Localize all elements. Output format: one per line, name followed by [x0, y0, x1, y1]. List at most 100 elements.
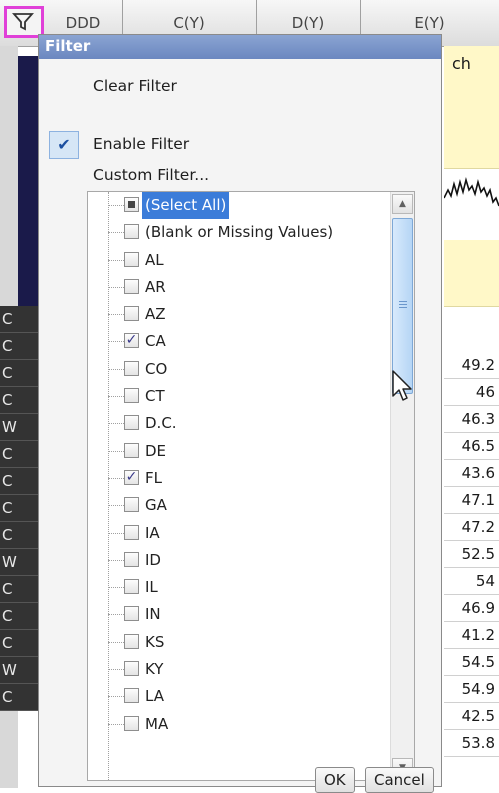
list-item-checkbox[interactable]: [124, 579, 139, 595]
scroll-thumb[interactable]: [392, 218, 413, 394]
table-cell[interactable]: C: [0, 306, 38, 333]
list-item-label: DE: [145, 441, 167, 460]
list-item-checkbox[interactable]: [124, 633, 139, 649]
list-item[interactable]: IL: [88, 574, 388, 601]
list-item-label: (Select All): [142, 192, 230, 219]
tree-connector: [108, 259, 124, 261]
vertical-scrollbar[interactable]: ▲ ▼: [390, 192, 414, 780]
list-item-checkbox[interactable]: [124, 197, 139, 212]
table-cell[interactable]: 46.9: [444, 595, 499, 622]
table-cell[interactable]: C: [0, 387, 38, 414]
mouse-pointer-icon: [392, 370, 412, 401]
enable-filter-menu-item[interactable]: Enable Filter: [93, 129, 189, 159]
table-cell[interactable]: W: [0, 414, 38, 441]
list-item[interactable]: CO: [88, 356, 388, 383]
list-item-checkbox[interactable]: [124, 442, 139, 458]
list-item-checkbox[interactable]: [124, 224, 139, 240]
tree-connector: [108, 477, 124, 479]
list-item[interactable]: KS: [88, 629, 388, 656]
table-cell[interactable]: 54.5: [444, 649, 499, 676]
table-cell[interactable]: C: [0, 522, 38, 549]
clear-filter-menu-item[interactable]: Clear Filter: [93, 71, 177, 101]
list-item-checkbox[interactable]: ✓: [124, 333, 139, 349]
list-item[interactable]: CT: [88, 383, 388, 410]
list-item-checkbox[interactable]: [124, 278, 139, 294]
table-cell[interactable]: 47.2: [444, 514, 499, 541]
list-item-checkbox[interactable]: [124, 688, 139, 704]
list-item-checkbox[interactable]: [124, 360, 139, 376]
list-item-checkbox[interactable]: [124, 251, 139, 267]
table-cell[interactable]: 43.6: [444, 460, 499, 487]
tree-connector: [108, 723, 124, 725]
tree-connector: [108, 450, 124, 452]
list-item-checkbox[interactable]: [124, 524, 139, 540]
scroll-up-arrow-icon[interactable]: ▲: [392, 194, 413, 214]
list-item[interactable]: DE: [88, 438, 388, 465]
table-cell[interactable]: 46: [444, 379, 499, 406]
list-item-label: AZ: [145, 305, 166, 324]
table-cell[interactable]: C: [0, 684, 38, 711]
list-item-checkbox[interactable]: [124, 606, 139, 622]
list-item-label: IL: [145, 578, 158, 597]
table-cell[interactable]: 53.8: [444, 730, 499, 757]
list-item[interactable]: IA: [88, 520, 388, 547]
list-item-label: CA: [145, 332, 166, 351]
sparkline: [444, 176, 499, 207]
value-list[interactable]: (Select All) (Blank or Missing Values) AL A…: [87, 191, 415, 781]
tree-connector: [108, 532, 124, 534]
list-item-label: CT: [145, 387, 165, 406]
list-item-checkbox[interactable]: ✓: [124, 469, 139, 485]
list-item-checkbox[interactable]: [124, 306, 139, 322]
tree-connector: [108, 669, 124, 671]
table-cell[interactable]: C: [0, 495, 38, 522]
custom-filter-menu-item[interactable]: Custom Filter...: [93, 160, 209, 190]
header-rows-dark-column: [18, 56, 40, 306]
popup-title: Filter: [45, 37, 91, 55]
table-cell[interactable]: 42.5: [444, 703, 499, 730]
list-item[interactable]: MA: [88, 711, 388, 738]
list-item[interactable]: LA: [88, 683, 388, 710]
table-cell[interactable]: 46.5: [444, 433, 499, 460]
list-item[interactable]: (Select All): [88, 192, 388, 219]
list-item-label: CO: [145, 359, 168, 378]
cancel-button[interactable]: Cancel: [365, 767, 434, 793]
table-cell[interactable]: C: [0, 576, 38, 603]
list-item-checkbox[interactable]: [124, 551, 139, 567]
tree-connector: [108, 205, 124, 206]
list-item-checkbox[interactable]: [124, 388, 139, 404]
table-cell[interactable]: C: [0, 630, 38, 657]
list-item[interactable]: AR: [88, 274, 388, 301]
table-cell[interactable]: C: [0, 468, 38, 495]
list-item[interactable]: GA: [88, 492, 388, 519]
table-cell[interactable]: C: [0, 360, 38, 387]
list-item[interactable]: AZ: [88, 301, 388, 328]
table-cell[interactable]: C: [0, 603, 38, 630]
list-item[interactable]: IN: [88, 601, 388, 628]
table-cell[interactable]: W: [0, 657, 38, 684]
table-cell[interactable]: 46.3: [444, 406, 499, 433]
list-item[interactable]: ID: [88, 547, 388, 574]
table-cell[interactable]: C: [0, 441, 38, 468]
table-cell[interactable]: 49.2: [444, 352, 499, 379]
column-long-name: ch: [452, 54, 471, 73]
list-item[interactable]: (Blank or Missing Values): [88, 219, 388, 246]
table-cell[interactable]: W: [0, 549, 38, 576]
grip-icon: [399, 301, 407, 310]
table-cell[interactable]: C: [0, 333, 38, 360]
list-item[interactable]: ✓ FL: [88, 465, 388, 492]
list-item-checkbox[interactable]: [124, 497, 139, 513]
table-cell[interactable]: 47.1: [444, 487, 499, 514]
table-cell[interactable]: 54.9: [444, 676, 499, 703]
ok-button[interactable]: OK: [315, 767, 355, 793]
list-item[interactable]: D.C.: [88, 410, 388, 437]
table-cell[interactable]: 41.2: [444, 622, 499, 649]
list-item-checkbox[interactable]: [124, 661, 139, 677]
list-item[interactable]: KY: [88, 656, 388, 683]
list-item[interactable]: ✓ CA: [88, 328, 388, 355]
tree-connector: [108, 614, 124, 616]
list-item-checkbox[interactable]: [124, 715, 139, 731]
list-item[interactable]: AL: [88, 247, 388, 274]
table-cell[interactable]: 52.5: [444, 541, 499, 568]
list-item-checkbox[interactable]: [124, 415, 139, 431]
table-cell[interactable]: 54: [444, 568, 499, 595]
